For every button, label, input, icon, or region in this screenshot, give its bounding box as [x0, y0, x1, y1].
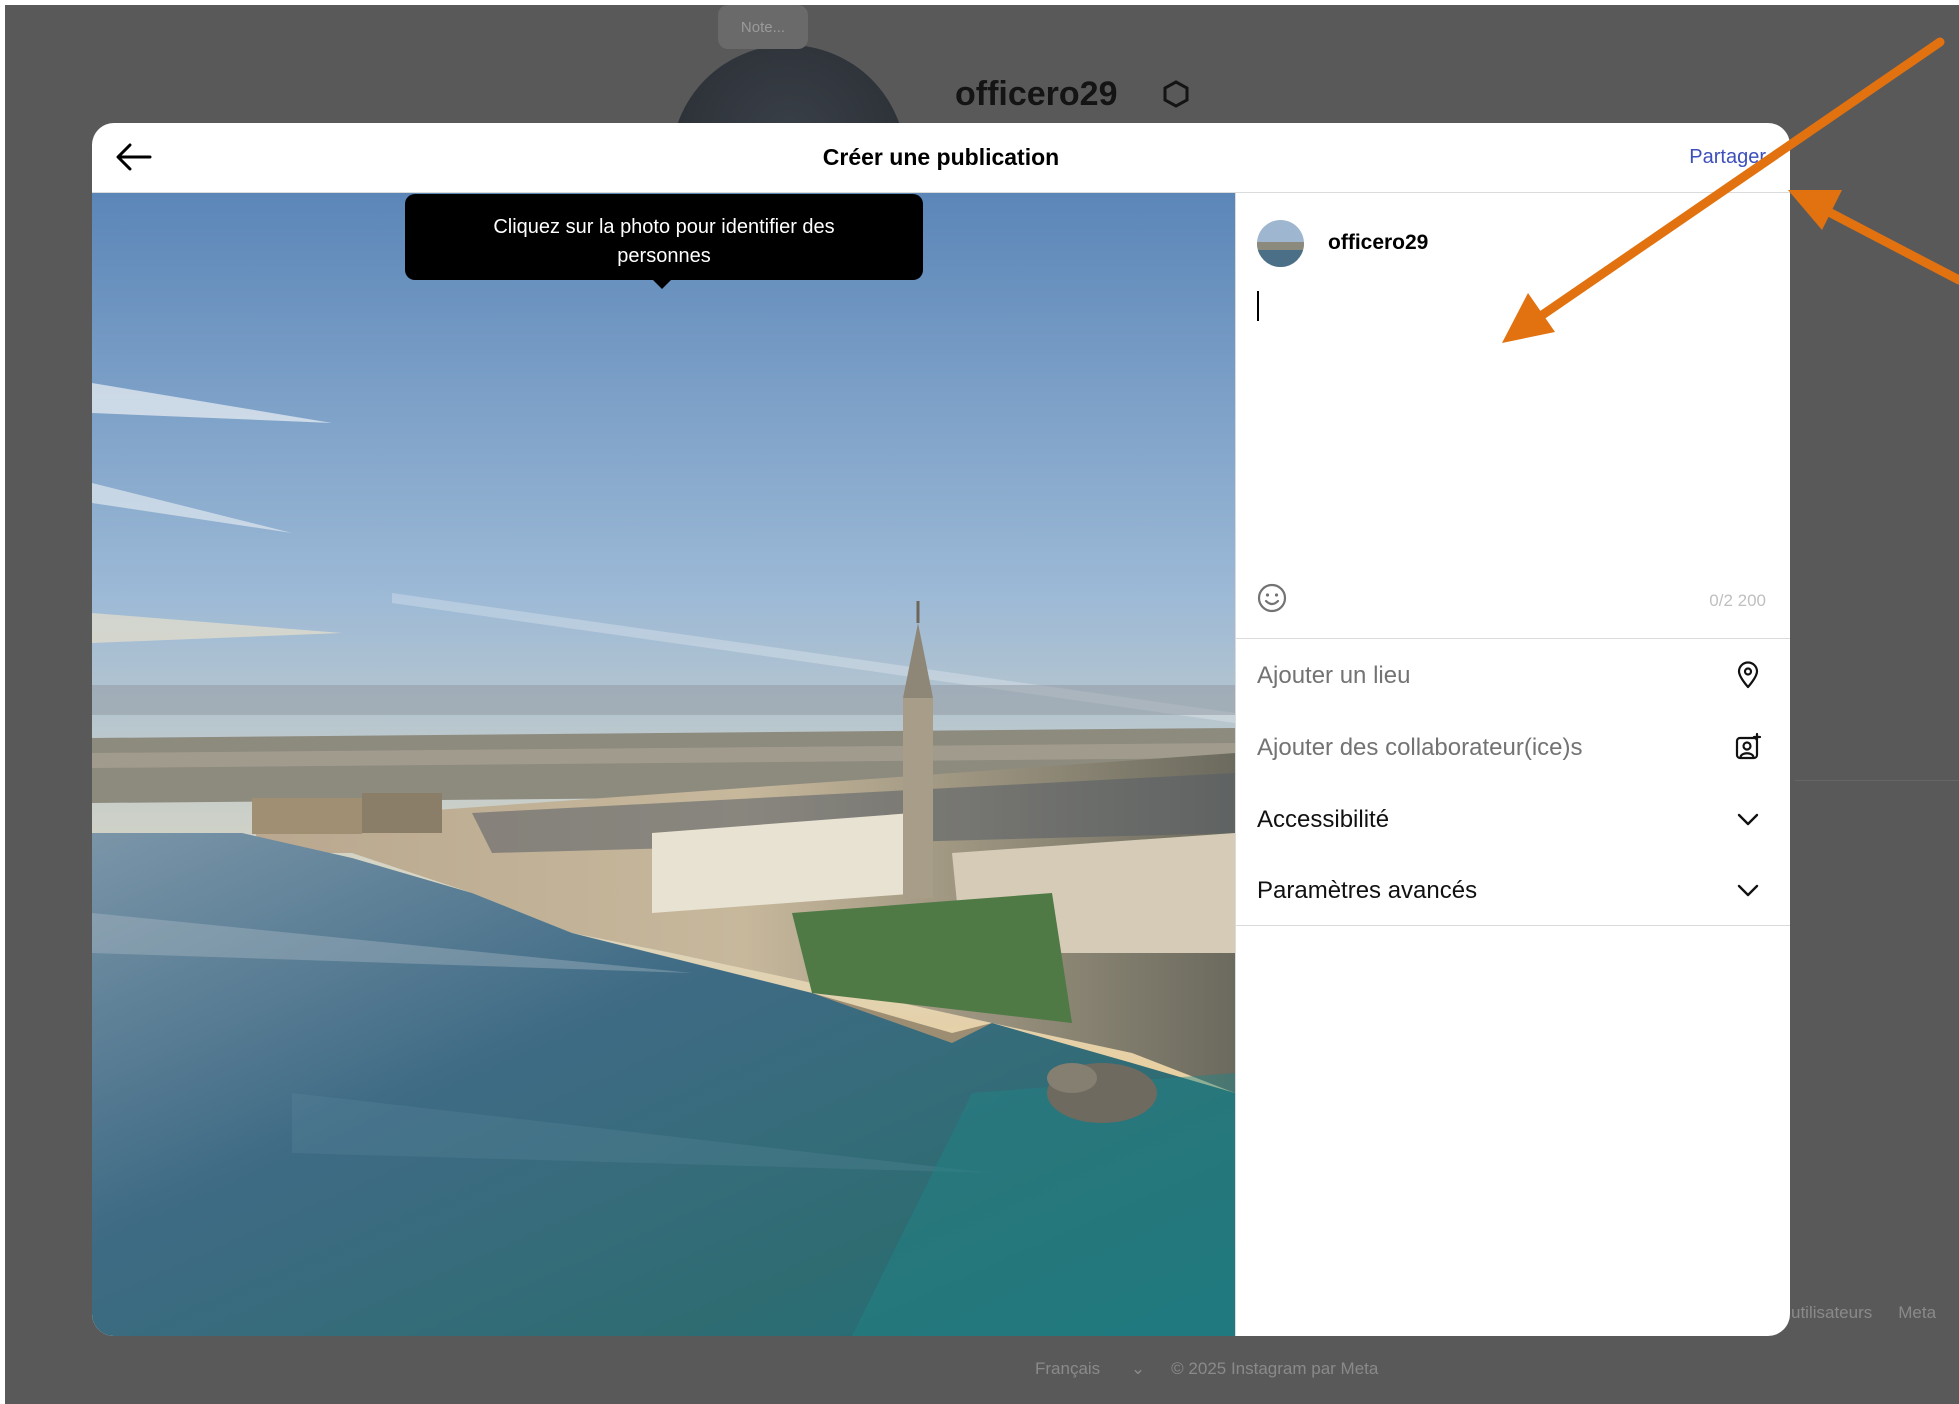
add-location-row[interactable]: Ajouter un lieu: [1236, 640, 1790, 712]
settings-gear-icon: [1163, 80, 1189, 108]
post-photo[interactable]: [92, 193, 1235, 1336]
footer-links: utilisateurs Meta: [1791, 1303, 1959, 1323]
add-person-icon: [1735, 732, 1762, 760]
caption-input[interactable]: [1257, 291, 1767, 591]
chevron-down-icon: [1737, 884, 1759, 897]
footer-bottom: Français ⌄ © 2025 Instagram par Meta: [1035, 1359, 1404, 1379]
harbor-town-photo[interactable]: [92, 193, 1235, 1336]
avatar: [1257, 220, 1304, 267]
divider: [1236, 925, 1790, 926]
emoji-icon[interactable]: [1256, 582, 1288, 614]
tooltip-pointer: [651, 278, 673, 289]
create-post-modal: Créer une publication Partager Cliquez s…: [92, 123, 1790, 1336]
advanced-settings-label: Paramètres avancés: [1257, 877, 1478, 904]
advanced-settings-row[interactable]: Paramètres avancés: [1236, 855, 1790, 927]
add-location-label: Ajouter un lieu: [1257, 662, 1411, 689]
author-row: officero29: [1236, 193, 1790, 267]
modal-title: Créer une publication: [822, 144, 1060, 170]
divider: [1236, 638, 1790, 639]
language-selector[interactable]: Français ⌄: [1035, 1359, 1145, 1378]
author-username: officero29: [1328, 231, 1429, 254]
share-button[interactable]: Partager: [1689, 123, 1766, 192]
chevron-down-icon: [1737, 813, 1759, 826]
copyright-text: © 2025 Instagram par Meta: [1171, 1359, 1379, 1378]
text-cursor: [1257, 291, 1259, 321]
modal-header: Créer une publication Partager: [92, 123, 1790, 193]
background-divider: [1795, 780, 1959, 781]
footer-link[interactable]: Meta: [1898, 1303, 1936, 1322]
footer-link[interactable]: utilisateurs: [1791, 1303, 1872, 1322]
location-pin-icon: [1737, 661, 1759, 689]
tag-people-tooltip: Cliquez sur la photo pour identifier des…: [405, 194, 923, 280]
post-details-panel: officero29 0/2 200 Ajouter un lieu Ajout…: [1235, 193, 1790, 1336]
accessibility-row[interactable]: Accessibilité: [1236, 784, 1790, 856]
add-collaborators-row[interactable]: Ajouter des collaborateur(ice)s: [1236, 712, 1790, 784]
add-collaborators-label: Ajouter des collaborateur(ice)s: [1257, 734, 1583, 761]
note-bubble: Note...: [718, 5, 808, 49]
profile-username-heading: officero29: [955, 75, 1118, 113]
character-counter: 0/2 200: [1709, 591, 1766, 610]
accessibility-label: Accessibilité: [1257, 806, 1390, 833]
